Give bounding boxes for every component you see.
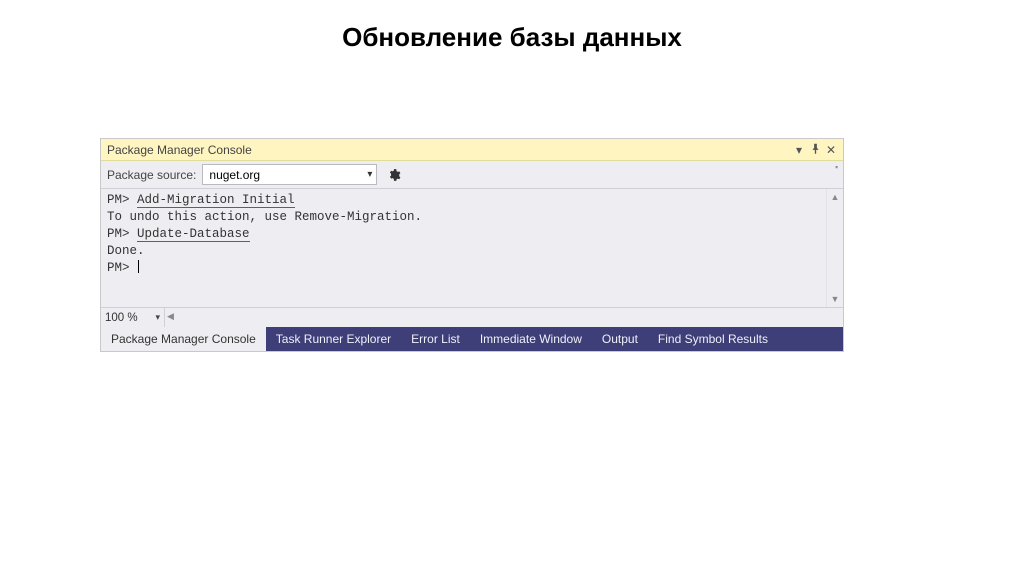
close-icon[interactable]: ✕ bbox=[823, 143, 839, 157]
pin-icon[interactable] bbox=[807, 143, 823, 157]
zoom-dropdown[interactable]: 100 % ▾ bbox=[101, 308, 165, 327]
console-text: PM> Add-Migration Initial To undo this a… bbox=[101, 189, 843, 280]
tab-error-list[interactable]: Error List bbox=[401, 327, 470, 351]
panel-toolbar: Package source: nuget.org ▾ bbox=[101, 161, 843, 189]
package-source-value: nuget.org bbox=[209, 168, 260, 182]
gear-icon bbox=[387, 168, 401, 182]
tab-package-manager-console[interactable]: Package Manager Console bbox=[101, 327, 266, 351]
tab-task-runner-explorer[interactable]: Task Runner Explorer bbox=[266, 327, 401, 351]
package-source-label: Package source: bbox=[107, 168, 196, 182]
chevron-down-icon: ▾ bbox=[155, 312, 160, 323]
chevron-down-icon: ▾ bbox=[367, 169, 372, 180]
bottom-tabs: Package Manager Console Task Runner Expl… bbox=[101, 327, 843, 351]
scroll-down-icon[interactable]: ▼ bbox=[831, 291, 840, 307]
tab-immediate-window[interactable]: Immediate Window bbox=[470, 327, 592, 351]
console-output-area[interactable]: PM> Add-Migration Initial To undo this a… bbox=[101, 189, 843, 307]
slide-title: Обновление базы данных bbox=[0, 0, 1024, 53]
horizontal-scrollbar[interactable]: ◀ bbox=[165, 308, 843, 327]
toolbar-overflow-icon[interactable]: '' bbox=[835, 165, 837, 176]
panel-title-text: Package Manager Console bbox=[107, 143, 791, 157]
settings-button[interactable] bbox=[383, 164, 405, 186]
tab-output[interactable]: Output bbox=[592, 327, 648, 351]
package-manager-console-panel: Package Manager Console ▾ ✕ Package sour… bbox=[100, 138, 844, 352]
zoom-value: 100 % bbox=[105, 312, 138, 324]
status-bar: 100 % ▾ ◀ bbox=[101, 307, 843, 327]
scroll-left-icon[interactable]: ◀ bbox=[167, 311, 174, 322]
vertical-scrollbar[interactable]: ▲ ▼ bbox=[826, 189, 843, 307]
package-source-dropdown[interactable]: nuget.org ▾ bbox=[202, 164, 377, 185]
panel-titlebar: Package Manager Console ▾ ✕ bbox=[101, 139, 843, 161]
scroll-up-icon[interactable]: ▲ bbox=[831, 189, 840, 205]
text-cursor bbox=[138, 260, 139, 273]
tab-find-symbol-results[interactable]: Find Symbol Results bbox=[648, 327, 778, 351]
dropdown-icon[interactable]: ▾ bbox=[791, 143, 807, 157]
